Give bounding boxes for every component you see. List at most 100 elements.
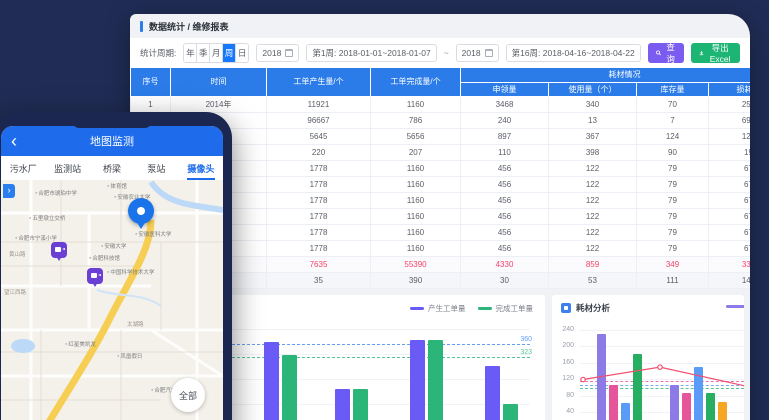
bar [706,393,715,420]
table-cell: 96667 [267,112,371,128]
table-cell: 1160 [371,176,461,192]
period-option-季[interactable]: 季 [197,44,210,62]
table-cell: 5645 [267,128,371,144]
bar [682,393,691,420]
reference-label: 360 [520,336,532,343]
total-cell: 859 [549,256,637,272]
period-option-周[interactable]: 周 [223,44,236,62]
map-poi-label: 合肥市琥珀中学 [35,189,77,197]
total-cell: 7635 [267,256,371,272]
phone-mockup: ‹ 地图监测 污水厂监测站桥梁泵站摄像头 [0,112,232,420]
map-poi-label: 体育馆 [107,182,127,190]
table-cell: 1778 [267,192,371,208]
table-cell: 122 [549,224,637,240]
marker-tail [136,221,146,229]
phone-title: 地图监测 [90,133,134,149]
legend-label: 完成工单量 [496,303,534,314]
reference-label: 323 [520,349,532,356]
average-cell: 111 [637,272,709,288]
export-button[interactable]: 导出Excel [691,43,740,63]
breadcrumb-accent-bar [140,21,143,32]
table-cell: 11921 [267,96,371,112]
average-cell: 35 [267,272,371,288]
period-option-月[interactable]: 月 [210,44,223,62]
table-row: 12014年119211160346834070250 [131,96,751,112]
legend-item[interactable]: 完成工单量 [478,303,534,314]
y-axis-tick: 40 [556,408,574,415]
table-cell: 340 [549,96,637,112]
table-cell: 67 [709,224,751,240]
legend-item[interactable]: 产生工单量 [410,303,466,314]
table-cell: 897 [461,128,549,144]
table-cell: 1160 [371,192,461,208]
table-cell: 13 [549,112,637,128]
table-cell: 67 [709,208,751,224]
map-poi-label: 凤凰假日 [117,352,142,360]
phone-tab-bar: 污水厂监测站桥梁泵站摄像头 [1,156,223,180]
phone-notch [73,120,151,128]
all-button[interactable]: 全部 [171,378,205,412]
map-poi-label: 红星美凯龙 [65,340,96,348]
camera-marker[interactable] [87,268,103,284]
table-cell: 456 [461,240,549,256]
map-poi-label: 五里墩立交桥 [29,214,65,222]
breadcrumb: 数据统计 / 维修报表 [130,14,750,38]
y-axis-tick: 200 [556,342,574,349]
column-header: 时间 [171,68,267,96]
table-cell: 122 [549,176,637,192]
bar-完成工单量 [353,389,368,420]
period-option-年[interactable]: 年 [184,44,197,62]
total-cell: 4330 [461,256,549,272]
total-cell: 332 [709,256,751,272]
map-poi-label: 安徽大学 [101,242,126,250]
bar [694,367,703,420]
table-cell: 7 [637,112,709,128]
legend-label: 产生工单量 [428,303,466,314]
tab-桥梁[interactable]: 桥梁 [90,156,134,180]
table-cell: 367 [549,128,637,144]
bar-完成工单量 [503,404,518,420]
period-option-日[interactable]: 日 [236,44,248,62]
legend-swatch [410,307,424,310]
map-expander-button[interactable]: › [3,184,15,198]
table-cell: 1 [131,96,171,112]
search-button[interactable]: 查询 [648,43,685,63]
y-axis-tick: 80 [556,392,574,399]
page-background: 数据统计 / 维修报表 统计周期: 年季月周日 2018 第1周: 2018-0… [0,0,769,420]
average-cell: 390 [371,272,461,288]
search-icon [656,49,661,57]
back-chevron-icon[interactable]: ‹ [11,128,17,154]
map-poi-label: 中国科学技术大学 [107,268,154,276]
tab-监测站[interactable]: 监测站 [45,156,89,180]
map-view[interactable]: › 全部 体育馆合肥市琥珀中学安徽农业大学五里墩立交桥安徽医科大学合肥市宁溪小学… [1,180,223,420]
map-poi-label: 安徽医科大学 [135,230,171,238]
table-cell: 1160 [371,160,461,176]
camera-lens-icon [62,248,65,250]
week-start-select[interactable]: 第1周: 2018-01-01~2018-01-07 [306,44,436,62]
table-cell: 122 [549,192,637,208]
selected-marker[interactable] [128,198,154,224]
phone-header: ‹ 地图监测 [1,126,223,156]
column-header: 序号 [131,68,171,96]
bar [621,403,630,420]
bar [718,402,727,420]
table-cell: 250 [709,96,751,112]
y-axis-tick: 120 [556,375,574,382]
y-axis-tick: 240 [556,326,574,333]
table-cell: 122 [549,240,637,256]
average-cell: 53 [549,272,637,288]
camera-marker[interactable] [51,242,67,258]
group-header: 耗材情况 [461,68,751,82]
total-cell: 55390 [371,256,461,272]
year-start-select[interactable]: 2018 [256,44,299,62]
year-end-select[interactable]: 2018 [456,44,499,62]
table-cell: 1778 [267,160,371,176]
tab-泵站[interactable]: 泵站 [134,156,178,180]
consumable-chart-card: 耗材分析 2402001601208040 [552,295,744,420]
legend-swatch [478,307,492,310]
consumable-bar-chart: 2402001601208040 [552,295,744,420]
tab-摄像头[interactable]: 摄像头 [179,156,223,180]
tab-污水厂[interactable]: 污水厂 [1,156,45,180]
week-end-select[interactable]: 第16周: 2018-04-16~2018-04-22 [506,44,641,62]
table-cell: 220 [267,144,371,160]
